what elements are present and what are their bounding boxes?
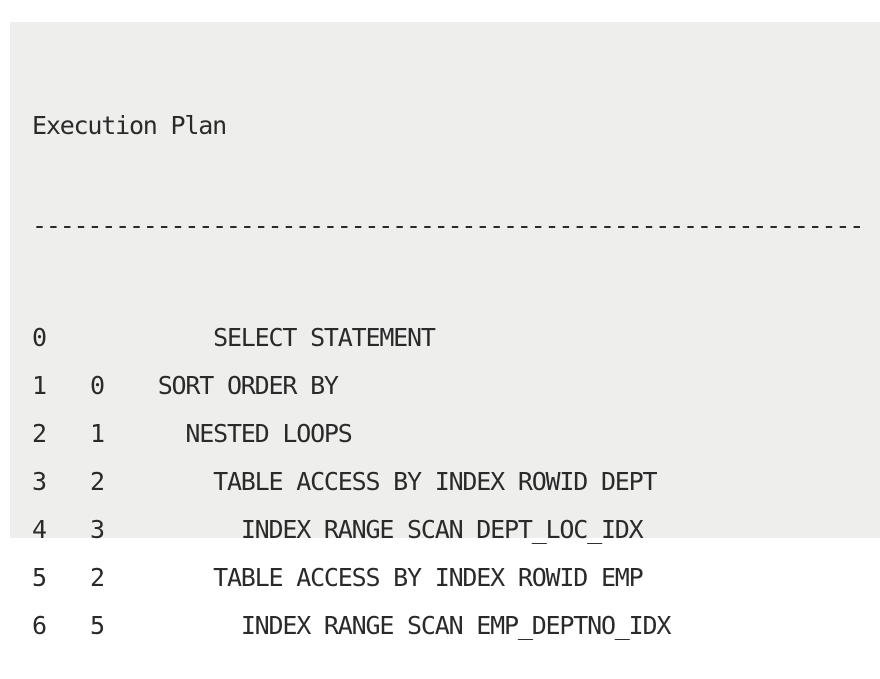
plan-row: 3 2 TABLE ACCESS BY INDEX ROWID DEPT [32,458,863,506]
plan-row-operation: SORT ORDER BY [157,371,339,400]
plan-row-id: 3 [32,467,47,496]
plan-row-id: 2 [32,419,47,448]
plan-row: 1 0 SORT ORDER BY [32,362,863,410]
plan-row: 2 1 NESTED LOOPS [32,410,863,458]
plan-row-indent [130,410,185,458]
plan-row-id: 1 [32,371,47,400]
plan-row-operation: TABLE ACCESS BY INDEX ROWID EMP [213,563,644,592]
plan-row-operation: NESTED LOOPS [185,419,352,448]
execution-plan-listing: Execution Plan -------------------------… [32,44,864,679]
plan-row-parent-id: 2 [90,467,105,496]
execution-plan-title: Execution Plan [32,111,227,140]
plan-row-id: 0 [32,323,47,352]
plan-row: 4 3 INDEX RANGE SCAN DEPT_LOC_IDX [32,506,863,554]
plan-row-id: 4 [32,515,47,544]
plan-row-operation: INDEX RANGE SCAN EMP_DEPTNO_IDX [240,611,672,640]
plan-row-operation: SELECT STATEMENT [213,323,436,352]
plan-row-parent-id [90,314,130,362]
plan-row-parent-id: 2 [90,563,105,592]
plan-row: 5 2 TABLE ACCESS BY INDEX ROWID EMP [32,554,863,602]
plan-row-parent-id: 3 [90,515,105,544]
plan-row-parent-id: 5 [90,611,105,640]
plan-row-id: 6 [32,611,47,640]
plan-row: 6 5 INDEX RANGE SCAN EMP_DEPTNO_IDX [32,602,863,650]
plan-rows: 0 SELECT STATEMENT 1 0 SORT ORDER BY 2 1 NES… [32,314,863,650]
plan-row-indent [130,602,241,650]
separator-rule: ----------------------------------------… [32,211,864,240]
plan-row-id: 5 [32,563,47,592]
plan-row-parent-id: 0 [90,371,105,400]
plan-row-indent [130,314,213,362]
plan-row-indent [130,554,213,602]
plan-row-operation: INDEX RANGE SCAN DEPT_LOC_IDX [240,515,644,544]
plan-row-indent [130,458,213,506]
plan-row-indent [130,506,241,554]
plan-row-operation: TABLE ACCESS BY INDEX ROWID DEPT [213,467,657,496]
plan-row-indent [130,362,158,410]
plan-row-parent-id: 1 [90,419,105,448]
plan-row: 0 SELECT STATEMENT [32,314,863,362]
